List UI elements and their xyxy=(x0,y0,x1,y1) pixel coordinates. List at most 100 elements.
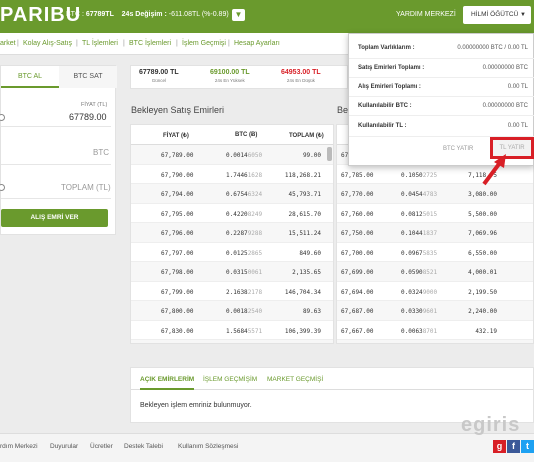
footer: rdım Merkezi Duyurular Ücretler Destek T… xyxy=(0,433,534,462)
order-tabs: BTC AL BTC SAT xyxy=(1,66,117,88)
stat-current: 67789.00 TL Güncel xyxy=(139,69,179,83)
total-input[interactable]: TOPLAM (TL) xyxy=(61,183,111,192)
btc-cell: 0.00146050 xyxy=(226,152,263,159)
nav-item-settings[interactable]: Hesap Ayarları xyxy=(234,40,280,47)
ticker-label: BTC : xyxy=(66,11,84,18)
price-cell: 67,795.00 xyxy=(161,210,194,218)
table-row[interactable]: 67,790.00 1.74461628 118,268.21 xyxy=(131,165,333,184)
price-radio[interactable] xyxy=(0,114,5,121)
balance-value: 0.00000000 BTC / 0.00 TL xyxy=(457,45,528,51)
table-row[interactable]: 67,789.00 0.00146050 99.00 xyxy=(131,145,333,165)
divider xyxy=(349,96,534,97)
table-row[interactable]: 67,795.00 0.42208249 28,615.70 xyxy=(131,204,333,223)
scrollbar[interactable] xyxy=(327,147,332,161)
divider xyxy=(1,198,111,199)
tab-my-history[interactable]: İŞLEM GEÇMİŞİM xyxy=(203,376,257,383)
total-cell: 106,399.39 xyxy=(284,327,321,335)
footer-link-fees[interactable]: Ücretler xyxy=(90,443,113,450)
tab-buy-btc[interactable]: BTC AL xyxy=(1,66,59,88)
nav-item-easy-trade[interactable]: Kolay Alış-Satış xyxy=(23,40,72,47)
total-cell: 3,080.00 xyxy=(468,191,497,198)
balance-value: 0.00 TL xyxy=(507,84,528,90)
table-row[interactable]: 67,830.00 1.56845571 106,399.39 xyxy=(131,321,333,340)
divider xyxy=(349,58,534,59)
btc-cell: 0.01252865 xyxy=(226,249,263,257)
help-center-link[interactable]: YARDIM MERKEZİ xyxy=(396,11,456,18)
price-input[interactable]: 67789.00 xyxy=(69,112,107,122)
balance-value: 0.00000000 BTC xyxy=(482,65,528,71)
table-row[interactable]: 67,770.00 0.04544783 3,080.00 xyxy=(337,184,533,204)
price-cell: 67,760.00 xyxy=(341,210,374,218)
balance-label: Alış Emirleri Toplamı : xyxy=(358,84,421,90)
google-icon[interactable]: g xyxy=(493,440,506,453)
caret-down-icon: ▼ xyxy=(520,12,526,18)
nav-separator: | xyxy=(176,40,178,47)
col-price: FİYAT (₺) xyxy=(163,133,189,139)
table-row[interactable]: 67,760.00 0.08125015 5,500.00 xyxy=(337,204,533,223)
footer-link-terms[interactable]: Kullanım Sözleşmesi xyxy=(178,443,238,450)
table-row[interactable]: 67,800.00 0.00182540 89.63 xyxy=(131,301,333,321)
table-row[interactable]: 67,969.000.147045829,994.56 xyxy=(131,340,333,343)
price-cell: 67,770.00 xyxy=(341,191,374,198)
nav-item-tl[interactable]: TL İşlemleri xyxy=(82,40,118,47)
nav-item-history[interactable]: İşlem Geçmişi xyxy=(182,40,226,47)
table-row[interactable]: 67,796.00 0.22879288 15,511.24 xyxy=(131,223,333,243)
btc-cell: 0.08125015 xyxy=(401,210,438,218)
total-cell: 89.63 xyxy=(302,308,321,315)
price-cell: 67,796.00 xyxy=(161,230,194,237)
price-cell: 67,830.00 xyxy=(161,327,194,335)
facebook-icon[interactable]: f xyxy=(507,440,520,453)
btc-cell: 0.10441837 xyxy=(401,230,438,237)
stat-current-value: 67789.00 TL xyxy=(139,69,179,76)
btc-cell: 0.10502725 xyxy=(401,171,438,179)
table-row[interactable]: 67,794.00 0.67546324 45,793.71 xyxy=(131,184,333,204)
tab-sell-btc[interactable]: BTC SAT xyxy=(59,66,117,88)
chevron-down-icon[interactable]: ▼ xyxy=(232,9,245,21)
price-cell: 67,789.00 xyxy=(161,152,194,159)
divider xyxy=(1,164,111,165)
user-menu-button[interactable]: HİLMİ ÖĞÜTCÜ ▼ xyxy=(463,6,531,24)
col-btc: BTC (Ƀ) xyxy=(235,132,258,138)
table-row[interactable]: 67,687.00 0.03309601 2,240.00 xyxy=(337,301,533,321)
nav-item-market[interactable]: arket xyxy=(0,40,16,47)
table-row[interactable]: 67,699.00 0.05908521 4,000.01 xyxy=(337,262,533,282)
table-row[interactable]: 67,667.00 0.00638701 432.19 xyxy=(337,321,533,340)
table-row[interactable]: 67,750.00 0.10441837 7,069.96 xyxy=(337,223,533,243)
buy-order-button[interactable]: ALIŞ EMRİ VER xyxy=(1,209,108,227)
table-row[interactable]: 67,797.00 0.01252865 849.60 xyxy=(131,243,333,262)
ticker-price: 67789TL xyxy=(85,11,114,18)
divider xyxy=(349,77,534,78)
price-cell: 67,790.00 xyxy=(161,171,194,179)
total-cell: 118,268.21 xyxy=(284,171,321,179)
table-row[interactable]: 67,700.00 0.09675835 6,550.00 xyxy=(337,243,533,262)
total-radio[interactable] xyxy=(0,184,5,191)
col-total: TOPLAM (₺) xyxy=(289,133,324,139)
price-cell: 67,687.00 xyxy=(341,308,374,315)
btc-deposit-button[interactable]: BTC YATIR xyxy=(443,146,473,152)
table-row[interactable]: 67,666.000.026489961,793.14 xyxy=(337,340,533,343)
total-cell: 45,793.71 xyxy=(288,191,321,198)
tab-open-orders[interactable]: AÇIK EMİRLERİM xyxy=(140,376,195,390)
balance-value: 0.00000000 BTC xyxy=(482,103,528,109)
table-header: FİYAT (₺) BTC (Ƀ) TOPLAM (₺) xyxy=(131,125,333,145)
footer-link-news[interactable]: Duyurular xyxy=(50,443,78,450)
btc-cell: 0.67546324 xyxy=(226,191,263,198)
price-cell: 67,699.00 xyxy=(341,269,374,276)
tab-market-history[interactable]: MARKET GEÇMİŞİ xyxy=(267,376,323,383)
nav-item-btc[interactable]: BTC İşlemleri xyxy=(129,40,171,47)
footer-link-support[interactable]: Destek Talebi xyxy=(124,443,163,450)
btc-cell: 0.04544783 xyxy=(401,191,438,198)
footer-link-help[interactable]: rdım Merkezi xyxy=(0,443,38,450)
twitter-icon[interactable]: t xyxy=(521,440,534,453)
table-row[interactable]: 67,798.00 0.03150061 2,135.65 xyxy=(131,262,333,282)
btc-amount-input[interactable]: BTC xyxy=(93,148,109,157)
btc-cell: 0.09675835 xyxy=(401,249,438,257)
ticker-change-label: 24s Değişim : xyxy=(121,11,167,18)
orders-tabs: AÇIK EMİRLERİM İŞLEM GEÇMİŞİM MARKET GEÇ… xyxy=(131,368,533,390)
table-row[interactable]: 67,694.00 0.03249000 2,199.50 xyxy=(337,282,533,301)
btc-cell: 0.05908521 xyxy=(401,269,438,276)
btc-cell: 0.42208249 xyxy=(226,210,263,218)
total-cell: 2,199.50 xyxy=(468,288,497,296)
table-row[interactable]: 67,799.00 2.16382178 146,704.34 xyxy=(131,282,333,301)
divider xyxy=(1,126,111,127)
